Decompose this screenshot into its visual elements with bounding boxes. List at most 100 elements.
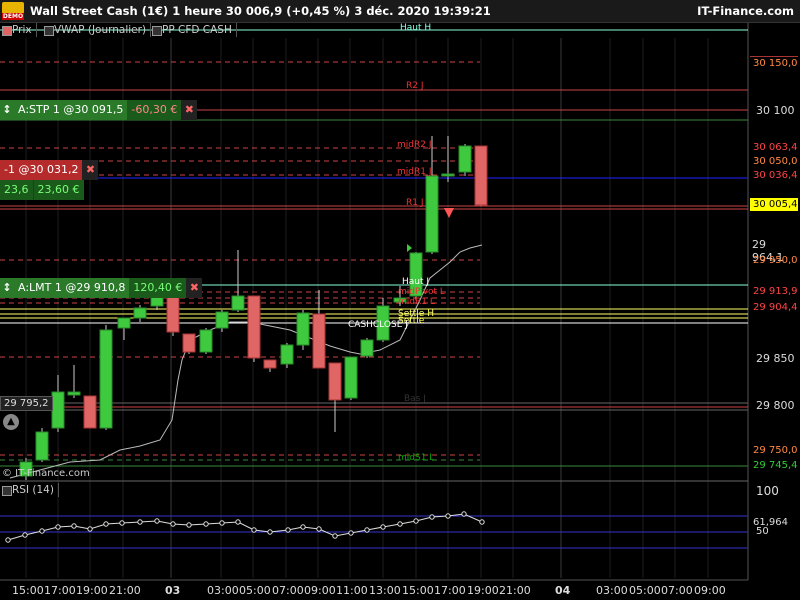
time-axis-label: 21:00 <box>109 584 141 597</box>
rsi-point <box>186 522 192 528</box>
price-box: 30 050,0 <box>753 156 798 167</box>
time-axis-label: 03 <box>165 584 181 597</box>
price-axis-label: 29 850 <box>756 352 795 365</box>
time-axis-label: 05:00 <box>629 584 661 597</box>
price-axis-label: 30 100 <box>756 104 795 117</box>
price-box: 29 745,4 <box>753 460 798 471</box>
drag-handle-icon[interactable]: ↕ <box>0 278 14 298</box>
rsi-point <box>479 519 485 525</box>
bearish-candle <box>166 295 180 333</box>
drag-handle-icon[interactable]: ↕ <box>0 100 14 120</box>
legend-price[interactable]: Prix <box>0 23 37 37</box>
cursor-price-tag: 29 795,2 <box>0 396 53 411</box>
position-tag[interactable]: -1 @30 031,2 ✖ <box>0 160 99 180</box>
price-box: 30 036,4 <box>753 170 798 181</box>
level-label: Haut H <box>400 23 432 33</box>
time-axis-label: 11:00 <box>336 584 368 597</box>
position-pnl-tag: 23,6 23,60 € <box>0 180 84 200</box>
price-box: 29 950,0 <box>753 255 798 266</box>
rsi-point <box>103 521 109 527</box>
rsi-point <box>5 537 11 543</box>
bearish-candle <box>328 362 342 401</box>
bearish-candle <box>263 359 277 369</box>
level-label: midS1 L <box>398 453 435 463</box>
rsi-legend[interactable]: RSI (14) <box>0 483 59 497</box>
bullish-candle <box>35 431 49 461</box>
price-axis-label: 29 800 <box>756 399 795 412</box>
bullish-candle <box>67 391 81 396</box>
rsi-point <box>235 519 241 525</box>
rsi-point <box>137 519 143 525</box>
time-axis-label: 03:00 <box>207 584 239 597</box>
bullish-candle <box>117 317 131 329</box>
bullish-candle <box>215 311 229 329</box>
bullish-candle <box>425 175 439 253</box>
level-label: midR2 J <box>397 140 432 150</box>
level-label: R1 J <box>406 198 424 208</box>
time-axis-label: 03:00 <box>596 584 628 597</box>
rsi-point <box>219 520 225 526</box>
color-square-icon <box>152 26 162 36</box>
bullish-candle <box>360 339 374 357</box>
close-icon[interactable]: ✖ <box>181 100 198 120</box>
window-title: Wall Street Cash (1€) 1 heure 30 006,9 (… <box>30 4 491 18</box>
price-box: 29 913,9 <box>753 286 798 297</box>
rsi-point <box>71 523 77 529</box>
bullish-candle <box>199 329 213 353</box>
time-axis-label: 15:00 <box>12 584 44 597</box>
price-box: 30 063,4 <box>753 142 798 153</box>
level-label: CASHCLOSE J <box>348 320 408 330</box>
time-axis-label: 13:00 <box>369 584 401 597</box>
rsi-point <box>203 521 209 527</box>
limit-order-tag[interactable]: ↕ A:LMT 1 @29 910,8 120,40 € ✖ <box>0 278 203 298</box>
rsi-point <box>251 527 257 533</box>
rsi-point <box>380 524 386 530</box>
rsi-point <box>397 521 403 527</box>
watermark: © IT-Finance.com <box>2 468 90 479</box>
level-label: Haut J <box>402 277 430 287</box>
bearish-candle <box>247 295 261 359</box>
close-icon[interactable]: ✖ <box>82 160 99 180</box>
bullish-candle <box>280 344 294 365</box>
time-axis-label: 21:00 <box>499 584 531 597</box>
close-icon[interactable]: ✖ <box>186 278 203 298</box>
bearish-candle <box>182 333 196 353</box>
bullish-candle <box>51 391 65 429</box>
title-bar: DEMO Wall Street Cash (1€) 1 heure 30 00… <box>0 0 800 23</box>
rsi-point <box>461 511 467 517</box>
bearish-candle <box>312 313 326 369</box>
time-axis-label: 15:00 <box>402 584 434 597</box>
bullish-candle <box>99 329 113 429</box>
rsi-point <box>364 527 370 533</box>
time-axis-label: 19:00 <box>76 584 108 597</box>
scroll-up-icon[interactable]: ▲ <box>3 414 19 430</box>
level-label: midR1 J <box>397 167 432 177</box>
time-axis-label: 09:00 <box>694 584 726 597</box>
price-box: 29 904,4 <box>753 302 798 313</box>
time-axis-label: 04 <box>555 584 571 597</box>
stop-order-tag[interactable]: ↕ A:STP 1 @30 091,5 -60,30 € ✖ <box>0 100 198 120</box>
bullish-candle <box>441 173 455 177</box>
rsi-point <box>316 526 322 532</box>
time-axis-label: 07:00 <box>661 584 693 597</box>
demo-logo-icon: DEMO <box>2 2 24 20</box>
bearish-candle <box>474 145 488 206</box>
bullish-candle <box>231 295 245 311</box>
bullish-candle <box>296 312 310 346</box>
rsi-value-box: 61,964 <box>753 517 788 528</box>
rsi-point <box>55 524 61 530</box>
time-axis-label: 05:00 <box>239 584 271 597</box>
bullish-candle <box>458 145 472 173</box>
rsi-point <box>332 533 338 539</box>
level-label: midPivot L <box>398 287 445 297</box>
legend-pp[interactable]: PP CFD CASH <box>150 23 237 37</box>
bearish-candle <box>83 395 97 429</box>
legend-vwap[interactable]: VWAP (Journalier) <box>42 23 152 37</box>
rsi-point <box>285 527 291 533</box>
time-axis-label: 17:00 <box>44 584 76 597</box>
rsi-axis-label: 100 <box>756 484 779 498</box>
time-axis-label: 17:00 <box>434 584 466 597</box>
price-box: 29 750,0 <box>753 445 798 456</box>
rsi-point <box>429 514 435 520</box>
bullish-candle <box>344 356 358 399</box>
